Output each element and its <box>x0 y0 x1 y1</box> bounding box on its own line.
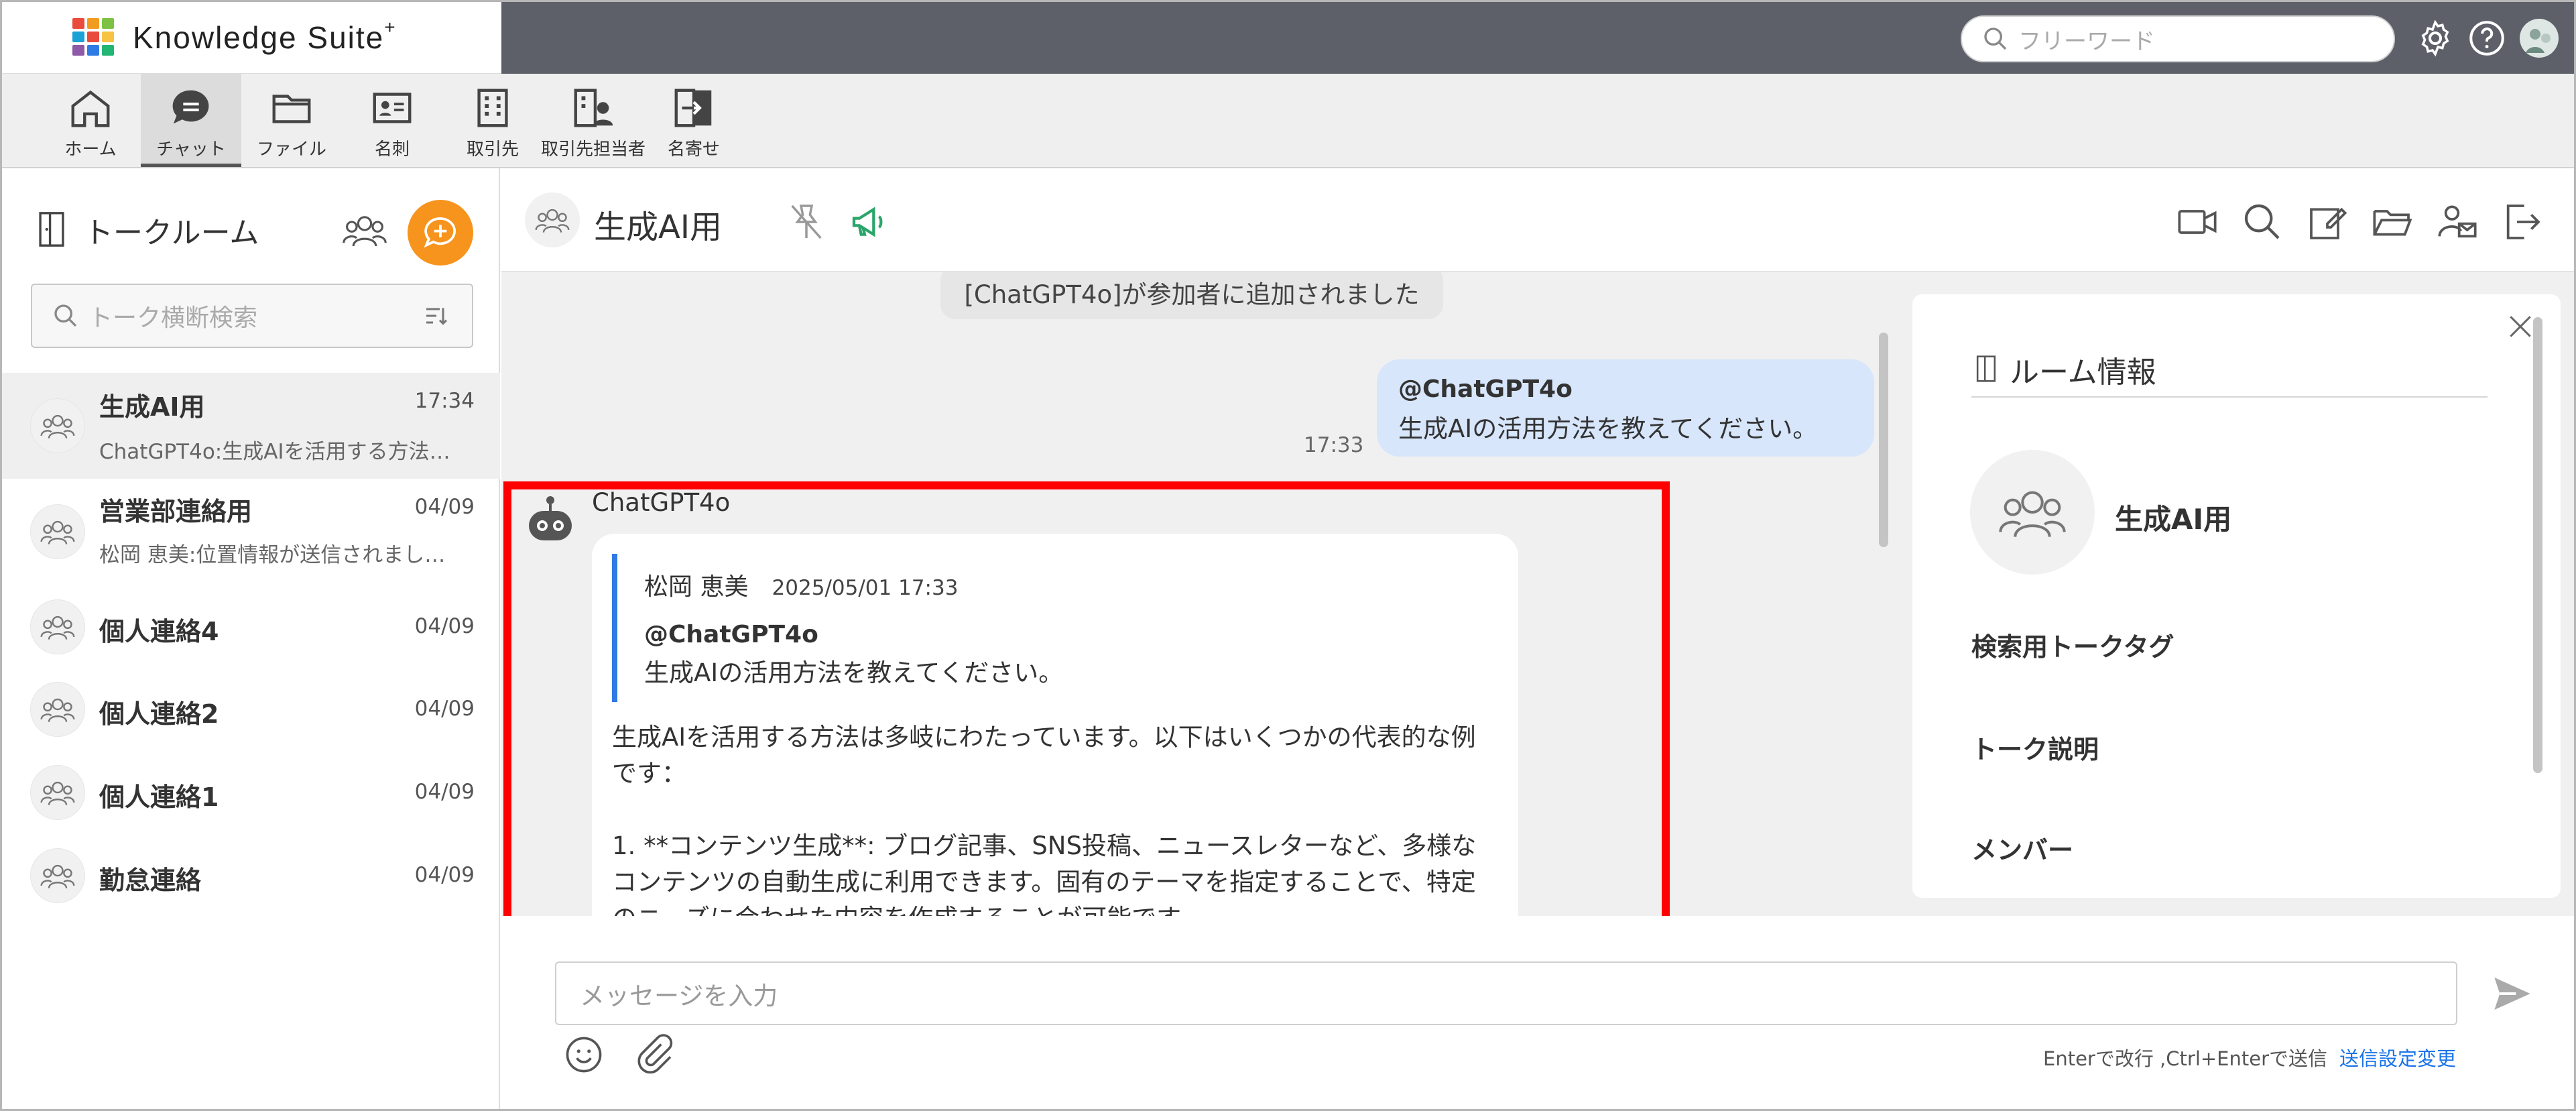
room-item[interactable]: 個人連絡1 04/09 <box>2 753 500 833</box>
logo-tile <box>102 45 114 56</box>
group-avatar-icon <box>1970 450 2095 575</box>
room-info-name: 生成AI用 <box>2115 503 2232 536</box>
send-hint: Enterで改行 ,Ctrl+Enterで送信 <box>2043 1047 2328 1070</box>
app-logo[interactable]: Knowledge Suite+ <box>2 2 501 74</box>
gear-icon[interactable] <box>2415 18 2455 58</box>
nav-home[interactable]: ホーム <box>40 74 141 167</box>
group-avatar-icon <box>30 504 85 559</box>
info-scrollbar[interactable] <box>2533 317 2542 773</box>
message-text: 生成AIの活用方法を教えてください。 <box>1398 414 1818 443</box>
section-members: メンバー <box>1971 835 2074 865</box>
section-talk-tags: 検索用トークタグ <box>1971 632 2174 662</box>
logo-tile <box>87 45 99 56</box>
folder-icon <box>272 95 311 123</box>
section-talk-description: トーク説明 <box>1971 735 2099 764</box>
business-card-icon <box>373 93 412 123</box>
talk-room-header: トークルーム <box>2 168 500 269</box>
room-item[interactable]: 営業部連絡用 04/09 松岡 恵美:位置情報が送信されまし… <box>2 479 500 586</box>
megaphone-icon[interactable] <box>849 200 892 243</box>
group-avatar-icon <box>30 599 85 654</box>
logo-tile <box>102 18 114 29</box>
building-icon <box>477 89 508 127</box>
global-search-input[interactable]: フリーワード <box>1961 15 2395 62</box>
folder-open-icon[interactable] <box>2371 200 2414 243</box>
nav-merge[interactable]: 名寄せ <box>643 74 744 167</box>
logo-tile <box>72 45 84 56</box>
room-item[interactable]: 個人連絡4 04/09 <box>2 587 500 668</box>
room-item[interactable]: 勤怠連絡 04/09 <box>2 836 500 917</box>
nav-contacts[interactable]: 取引先担当者 <box>541 74 646 167</box>
contact-person-icon <box>574 89 613 127</box>
video-icon[interactable] <box>2176 200 2219 243</box>
nav-chat[interactable]: チャット <box>141 74 241 167</box>
system-message: [ChatGPT4o]が参加者に追加されました <box>940 272 1443 319</box>
close-icon[interactable] <box>2506 312 2535 341</box>
group-avatar-icon <box>30 398 85 453</box>
door-icon <box>39 212 64 247</box>
room-info-panel-wrapper: ルーム情報 生成AI用 検索用トークタグ トーク説明 メンバー <box>1888 272 2574 916</box>
member-mail-icon[interactable] <box>2436 200 2479 243</box>
mention: @ChatGPT4o <box>1398 375 1573 403</box>
search-icon <box>1984 27 2007 50</box>
talk-room-title: トークルーム <box>84 216 259 250</box>
room-item[interactable]: 生成AI用 17:34 ChatGPT4o:生成AIを活用する方法… <box>2 373 500 479</box>
send-settings-link[interactable]: 送信設定変更 <box>2339 1043 2456 1071</box>
home-icon <box>71 90 110 127</box>
search-icon <box>54 304 77 327</box>
group-members-icon[interactable] <box>341 209 389 251</box>
logo-tile <box>72 18 84 29</box>
exit-icon[interactable] <box>2501 200 2544 243</box>
app-name: Knowledge Suite+ <box>133 16 397 55</box>
new-chat-icon <box>424 217 456 248</box>
main-nav: ホーム チャット ファイル 名刺 取引先 取引先担当者 名寄せ <box>2 74 2574 168</box>
door-icon <box>1976 355 1996 382</box>
nav-business-card[interactable]: 名刺 <box>342 74 442 167</box>
divider <box>1971 396 2488 398</box>
room-info-panel: ルーム情報 生成AI用 検索用トークタグ トーク説明 メンバー <box>1912 294 2561 898</box>
message-scrollbar[interactable] <box>1879 333 1888 547</box>
chat-header: 生成AI用 <box>501 168 2574 272</box>
logo-tile <box>87 32 99 42</box>
pin-off-icon[interactable] <box>785 200 828 243</box>
logo-tile <box>72 32 84 42</box>
sort-icon[interactable] <box>421 302 452 329</box>
logo-mark-icon <box>72 18 115 57</box>
edit-icon[interactable] <box>2306 200 2349 243</box>
group-avatar-icon <box>30 848 85 903</box>
nav-accounts[interactable]: 取引先 <box>442 74 543 167</box>
my-message-bubble[interactable]: @ChatGPT4o 生成AIの活用方法を教えてください。 <box>1377 359 1874 457</box>
search-icon[interactable] <box>2241 200 2284 243</box>
room-item[interactable]: 個人連絡2 04/09 <box>2 670 500 750</box>
nav-file[interactable]: ファイル <box>241 74 342 167</box>
message-input[interactable]: メッセージを入力 <box>555 961 2457 1025</box>
room-info-title: ルーム情報 <box>2010 355 2156 390</box>
talk-search-input[interactable]: トーク横断検索 <box>31 284 473 348</box>
attach-icon[interactable] <box>633 1034 675 1075</box>
merge-icon <box>674 89 712 127</box>
send-icon[interactable] <box>2488 972 2537 1015</box>
highlight-box <box>503 481 1670 929</box>
group-avatar-icon <box>30 682 85 737</box>
talk-room-panel: トークルーム トーク横断検索 生成AI用 17:34 ChatGPT4o:生成A… <box>2 168 500 1109</box>
composer: メッセージを入力 Enterで改行 ,Ctrl+Enterで送信 送信設定変更 <box>501 916 2574 1109</box>
logo-tile <box>102 32 114 42</box>
chat-title: 生成AI用 <box>594 209 722 246</box>
group-avatar-icon <box>525 192 580 247</box>
emoji-icon[interactable] <box>563 1034 605 1075</box>
new-chat-button[interactable] <box>408 200 473 266</box>
group-avatar-icon <box>30 765 85 820</box>
avatar[interactable] <box>2519 18 2559 58</box>
logo-tile <box>87 18 99 29</box>
chat-icon <box>172 90 209 124</box>
search-placeholder: フリーワード <box>2018 27 2155 55</box>
message-time: 17:33 <box>1304 433 1364 457</box>
top-bar: Knowledge Suite+ フリーワード <box>2 2 2574 74</box>
help-icon[interactable] <box>2467 18 2507 58</box>
